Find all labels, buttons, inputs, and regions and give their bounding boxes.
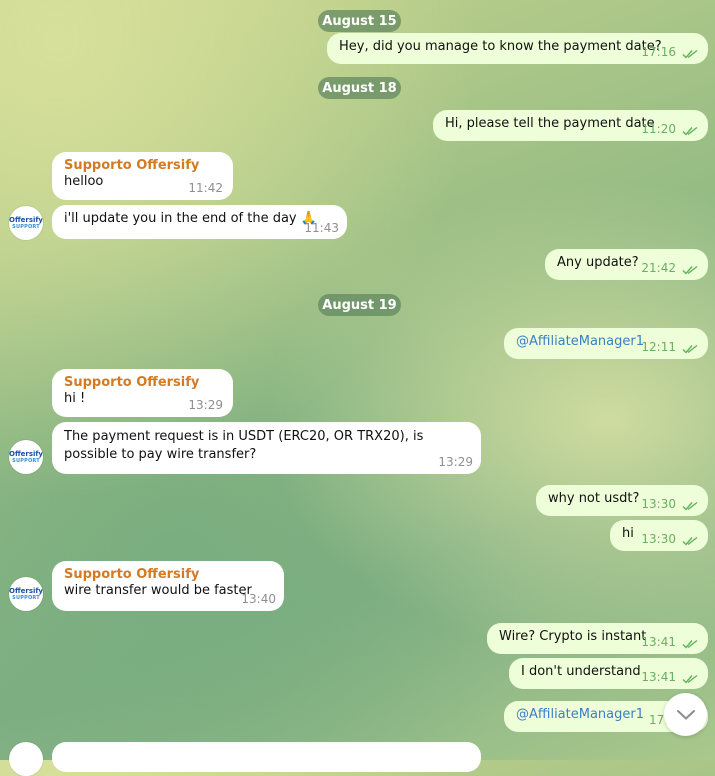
incoming-message[interactable]: Supporto Offersify wire transfer would b… — [52, 561, 284, 611]
sender-name[interactable]: Supporto Offersify — [64, 375, 221, 390]
incoming-message[interactable]: i'll update you in the end of the day 🙏 … — [52, 205, 347, 239]
avatar[interactable] — [9, 742, 43, 776]
message-time: 13:40 — [241, 592, 276, 606]
double-check-icon — [682, 126, 698, 136]
double-check-icon — [682, 49, 698, 59]
message-time: 11:42 — [188, 181, 223, 195]
date-separator: August 15 — [318, 10, 401, 32]
outgoing-message[interactable]: Hey, did you manage to know the payment … — [327, 33, 708, 64]
sender-name[interactable]: Supporto Offersify — [64, 567, 272, 582]
incoming-message[interactable] — [52, 742, 481, 772]
avatar[interactable]: Offersify SUPPORT — [9, 577, 43, 611]
message-time: 13:29 — [438, 455, 473, 469]
message-text: hi ! — [64, 391, 86, 406]
scroll-down-button[interactable] — [664, 693, 707, 736]
message-text: why not usdt? — [548, 491, 640, 506]
message-time: 13:41 — [641, 670, 676, 684]
double-check-icon — [682, 674, 698, 684]
message-text: helloo — [64, 174, 104, 189]
date-separator: August 19 — [318, 294, 401, 316]
avatar[interactable]: Offersify SUPPORT — [9, 206, 43, 240]
message-time: 12:11 — [641, 340, 676, 354]
message-text: Hi, please tell the payment date — [445, 116, 655, 131]
message-time: 13:41 — [641, 635, 676, 649]
message-time: 13:30 — [641, 497, 676, 511]
message-time: 13:30 — [641, 532, 676, 546]
double-check-icon — [682, 344, 698, 354]
outgoing-message[interactable]: Wire? Crypto is instant 13:41 — [487, 623, 708, 654]
mention-link[interactable]: @AffiliateManager1 — [516, 707, 644, 722]
double-check-icon — [682, 639, 698, 649]
avatar[interactable]: Offersify SUPPORT — [9, 440, 43, 474]
mention-link[interactable]: @AffiliateManager1 — [516, 334, 644, 349]
message-text: I don't understand — [521, 664, 641, 679]
message-text: wire transfer would be faster — [64, 583, 252, 598]
incoming-message[interactable]: The payment request is in USDT (ERC20, O… — [52, 422, 481, 474]
double-check-icon — [682, 501, 698, 511]
date-separator: August 18 — [318, 77, 401, 99]
message-text: Wire? Crypto is instant — [499, 629, 647, 644]
message-text: i'll update you in the end of the day 🙏 — [64, 211, 317, 226]
outgoing-message[interactable]: Hi, please tell the payment date 11:20 — [433, 110, 708, 141]
double-check-icon — [682, 536, 698, 546]
message-time: 21:42 — [641, 261, 676, 275]
message-text: hi — [622, 526, 634, 541]
message-time: 11:43 — [304, 221, 339, 235]
double-check-icon — [682, 265, 698, 275]
chevron-down-icon — [676, 709, 695, 720]
outgoing-message[interactable]: I don't understand 13:41 — [509, 658, 708, 689]
message-time: 17:16 — [641, 45, 676, 59]
message-text: Any update? — [557, 255, 639, 270]
outgoing-message[interactable]: Any update? 21:42 — [545, 249, 708, 280]
message-time: 13:29 — [188, 398, 223, 412]
incoming-message[interactable]: Supporto Offersify hi ! 13:29 — [52, 369, 233, 417]
chat-area[interactable]: August 15 August 18 August 19 Hey, did y… — [0, 0, 715, 776]
outgoing-message[interactable]: why not usdt? 13:30 — [536, 485, 708, 516]
incoming-message[interactable]: Supporto Offersify helloo 11:42 — [52, 152, 233, 200]
message-time: 11:20 — [641, 122, 676, 136]
message-text: The payment request is in USDT (ERC20, O… — [64, 429, 424, 462]
sender-name[interactable]: Supporto Offersify — [64, 158, 221, 173]
outgoing-message[interactable]: @AffiliateManager1 12:11 — [504, 328, 708, 359]
outgoing-message[interactable]: hi 13:30 — [610, 520, 708, 551]
message-text: Hey, did you manage to know the payment … — [339, 39, 662, 54]
